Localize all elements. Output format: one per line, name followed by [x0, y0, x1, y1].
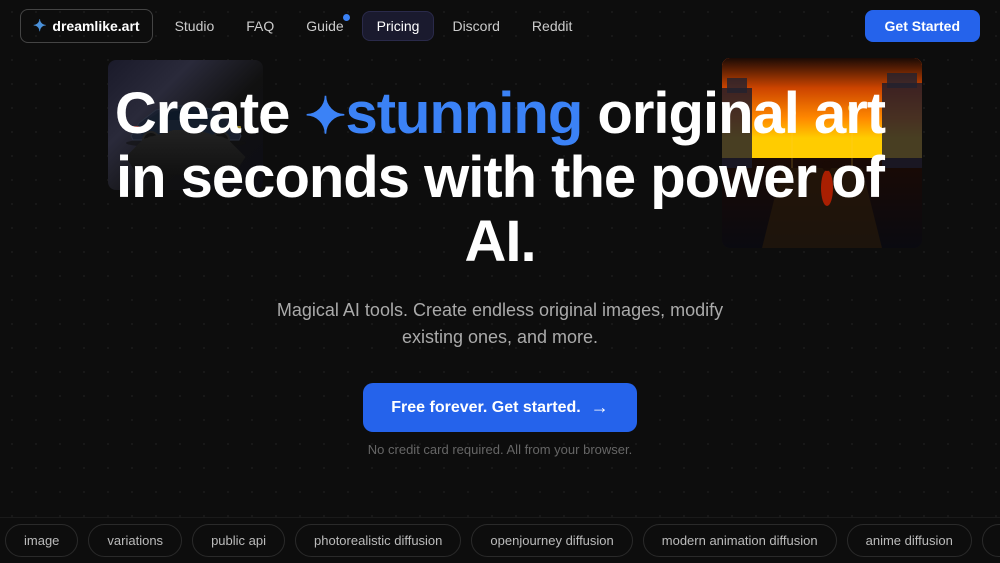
tag-modern-animation-diffusion[interactable]: modern animation diffusion: [643, 524, 837, 557]
hero-title: Create ✦stunning original art in seconds…: [110, 82, 890, 273]
hero-subtitle: Magical AI tools. Create endless origina…: [260, 297, 740, 351]
tag-openjourney-diffusion[interactable]: openjourney diffusion: [471, 524, 632, 557]
hero-title-icon: ✦: [305, 88, 346, 144]
nav-item-studio[interactable]: Studio: [161, 12, 229, 40]
hero-title-accent: stunning: [345, 81, 582, 146]
tag-anime-diffusion[interactable]: anime diffusion: [847, 524, 972, 557]
no-credit-text: No credit card required. All from your b…: [368, 442, 632, 457]
tag-variations[interactable]: variations: [88, 524, 182, 557]
nav-item-guide[interactable]: Guide: [292, 12, 357, 40]
bottom-tag-bar: image variations public api photorealist…: [0, 517, 1000, 563]
cta-arrow-icon: →: [591, 397, 609, 418]
hero-section: Create ✦stunning original art in seconds…: [0, 52, 1000, 457]
hero-title-line2: in seconds with the power of AI.: [116, 145, 884, 274]
hero-title-end: original art: [597, 81, 885, 146]
guide-notification-dot: [343, 14, 350, 21]
cta-label: Free forever. Get started.: [391, 399, 580, 417]
nav-item-faq[interactable]: FAQ: [232, 12, 288, 40]
nav-logo[interactable]: ✦ dreamlike.art: [20, 9, 153, 43]
get-started-button[interactable]: Get Started: [865, 10, 980, 42]
tag-photorealistic-diffusion[interactable]: photorealistic diffusion: [295, 524, 461, 557]
navbar: ✦ dreamlike.art Studio FAQ Guide Pricing…: [0, 0, 1000, 52]
nav-item-discord[interactable]: Discord: [438, 12, 513, 40]
nav-item-reddit[interactable]: Reddit: [518, 12, 586, 40]
cta-button[interactable]: Free forever. Get started. →: [363, 383, 636, 432]
logo-icon: ✦: [33, 16, 46, 36]
logo-label: dreamlike.art: [52, 18, 139, 34]
tag-com[interactable]: com: [982, 524, 1000, 557]
nav-item-pricing[interactable]: Pricing: [362, 11, 435, 41]
tag-image[interactable]: image: [5, 524, 78, 557]
hero-title-start: Create: [115, 81, 290, 146]
tag-public-api[interactable]: public api: [192, 524, 285, 557]
